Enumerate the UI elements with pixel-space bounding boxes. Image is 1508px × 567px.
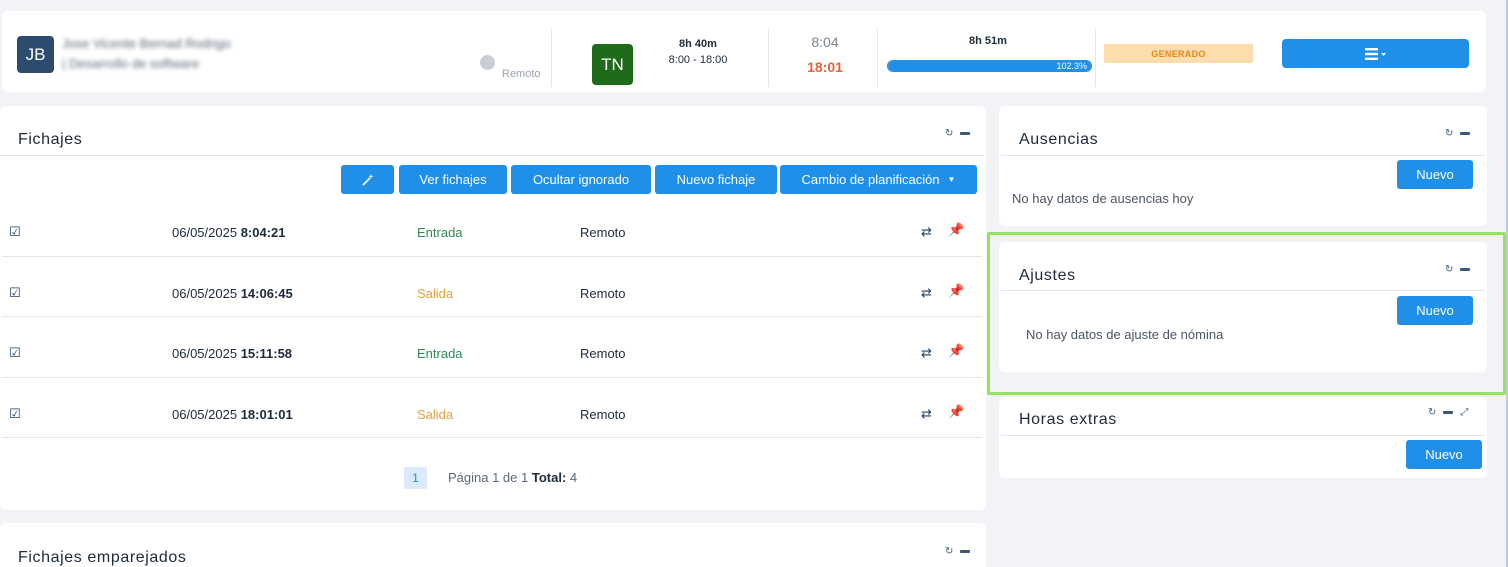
- start-time: 8:04: [811, 34, 839, 50]
- row-mode: Remoto: [580, 346, 626, 361]
- row-type: Salida: [417, 286, 454, 301]
- row-mode: Remoto: [580, 407, 626, 422]
- row-type: Entrada: [417, 225, 463, 240]
- status-badge: GENERADO: [1104, 44, 1253, 63]
- horas-extras-title: Horas extras: [1019, 411, 1117, 428]
- swap-icon[interactable]: ⇄: [921, 285, 932, 301]
- row-divider: [2, 316, 982, 317]
- schedule-badge: TN: [592, 44, 633, 85]
- pager-info: Página 1 de 1 Total: 4: [448, 470, 578, 485]
- ausencias-new-button[interactable]: Nuevo: [1397, 160, 1473, 189]
- ajustes-empty: No hay datos de ajuste de nómina: [1026, 327, 1224, 342]
- horas-extras-tools: ↻ ⤢: [1428, 407, 1468, 418]
- panel-divider: [1001, 290, 1485, 291]
- row-divider: [2, 256, 982, 257]
- minimize-icon[interactable]: [1460, 268, 1471, 271]
- refresh-icon[interactable]: ↻: [1445, 128, 1453, 139]
- row-mode: Remoto: [580, 225, 626, 240]
- swap-icon[interactable]: ⇄: [921, 224, 932, 240]
- swap-icon[interactable]: ⇄: [921, 406, 932, 422]
- employee-header: JB Jose Vicente Bernad Rodrigo | Desarro…: [2, 11, 1486, 92]
- hamburger-icon: [1364, 47, 1386, 60]
- row-date: 06/05/2025 8:04:21: [172, 225, 286, 240]
- minimize-icon[interactable]: [960, 132, 971, 135]
- cambio-planificacion-button[interactable]: Cambio de planificación ▼: [780, 165, 977, 194]
- row-divider: [2, 377, 982, 378]
- magic-wand-icon: [361, 173, 373, 186]
- employee-role: | Desarrollo de software: [62, 56, 200, 71]
- nuevo-fichaje-button[interactable]: Nuevo fichaje: [655, 165, 777, 194]
- pin-icon[interactable]: 📌: [948, 283, 964, 299]
- header-divider: [1095, 29, 1096, 87]
- panel-divider: [0, 155, 984, 156]
- ausencias-tools: ↻: [1445, 128, 1471, 139]
- row-date: 06/05/2025 14:06:45: [172, 286, 293, 301]
- panel-divider: [1001, 435, 1485, 436]
- checkbox-checked-icon[interactable]: ☑: [9, 406, 21, 422]
- row-date: 06/05/2025 18:01:01: [172, 407, 293, 422]
- schedule-hours: 8h 40m: [679, 38, 717, 50]
- header-divider: [551, 29, 552, 87]
- pin-icon[interactable]: 📌: [948, 404, 964, 420]
- fichajes-title: Fichajes: [18, 131, 83, 148]
- work-mode-label: Remoto: [502, 68, 541, 80]
- ajustes-tools: ↻: [1445, 264, 1471, 275]
- end-time: 18:01: [807, 59, 843, 75]
- checkbox-checked-icon[interactable]: ☑: [9, 285, 21, 301]
- pin-icon[interactable]: 📌: [948, 343, 964, 359]
- row-mode: Remoto: [580, 286, 626, 301]
- row-date: 06/05/2025 15:11:58: [172, 346, 293, 361]
- panel-divider: [1001, 155, 1485, 156]
- progress-label: 102.3%: [1056, 61, 1087, 71]
- chevron-down-icon: ▼: [947, 175, 956, 184]
- ausencias-empty: No hay datos de ausencias hoy: [1012, 191, 1194, 206]
- refresh-icon[interactable]: ↻: [945, 546, 953, 557]
- ocultar-ignorado-button[interactable]: Ocultar ignorado: [511, 165, 651, 194]
- work-mode-indicator-icon: [480, 55, 495, 70]
- ver-fichajes-button[interactable]: Ver fichajes: [399, 165, 507, 194]
- refresh-icon[interactable]: ↻: [1428, 407, 1436, 418]
- fichajes-emparejados-tools: ↻: [945, 546, 971, 557]
- minimize-icon[interactable]: [1460, 132, 1471, 135]
- refresh-icon[interactable]: ↻: [1445, 264, 1453, 275]
- minimize-icon[interactable]: [960, 550, 971, 553]
- worked-progress-bar: 102.3%: [887, 60, 1092, 72]
- ajustes-new-button[interactable]: Nuevo: [1397, 296, 1473, 325]
- horas-extras-new-button[interactable]: Nuevo: [1406, 440, 1482, 469]
- ausencias-title: Ausencias: [1019, 131, 1099, 148]
- avatar: JB: [17, 36, 54, 73]
- pager-current-page[interactable]: 1: [404, 467, 427, 489]
- row-type: Salida: [417, 407, 454, 422]
- magic-wand-button[interactable]: [341, 165, 394, 194]
- header-divider: [877, 29, 878, 87]
- minimize-icon[interactable]: [1443, 411, 1454, 414]
- schedule-range: 8:00 - 18:00: [668, 54, 728, 66]
- swap-icon[interactable]: ⇄: [921, 345, 932, 361]
- expand-icon[interactable]: ⤢: [1460, 407, 1468, 418]
- row-type: Entrada: [417, 346, 463, 361]
- cambio-planificacion-label: Cambio de planificación: [801, 172, 940, 187]
- menu-button[interactable]: [1282, 39, 1469, 68]
- row-divider: [2, 437, 982, 438]
- fichajes-emparejados-title: Fichajes emparejados: [18, 549, 187, 566]
- ajustes-title: Ajustes: [1019, 267, 1076, 284]
- checkbox-checked-icon[interactable]: ☑: [9, 224, 21, 240]
- refresh-icon[interactable]: ↻: [945, 128, 953, 139]
- employee-name: Jose Vicente Bernad Rodrigo: [62, 36, 231, 51]
- worked-hours: 8h 51m: [969, 35, 1007, 47]
- checkbox-checked-icon[interactable]: ☑: [9, 345, 21, 361]
- fichajes-tools: ↻: [945, 128, 971, 139]
- header-divider: [768, 29, 769, 87]
- pin-icon[interactable]: 📌: [948, 222, 964, 238]
